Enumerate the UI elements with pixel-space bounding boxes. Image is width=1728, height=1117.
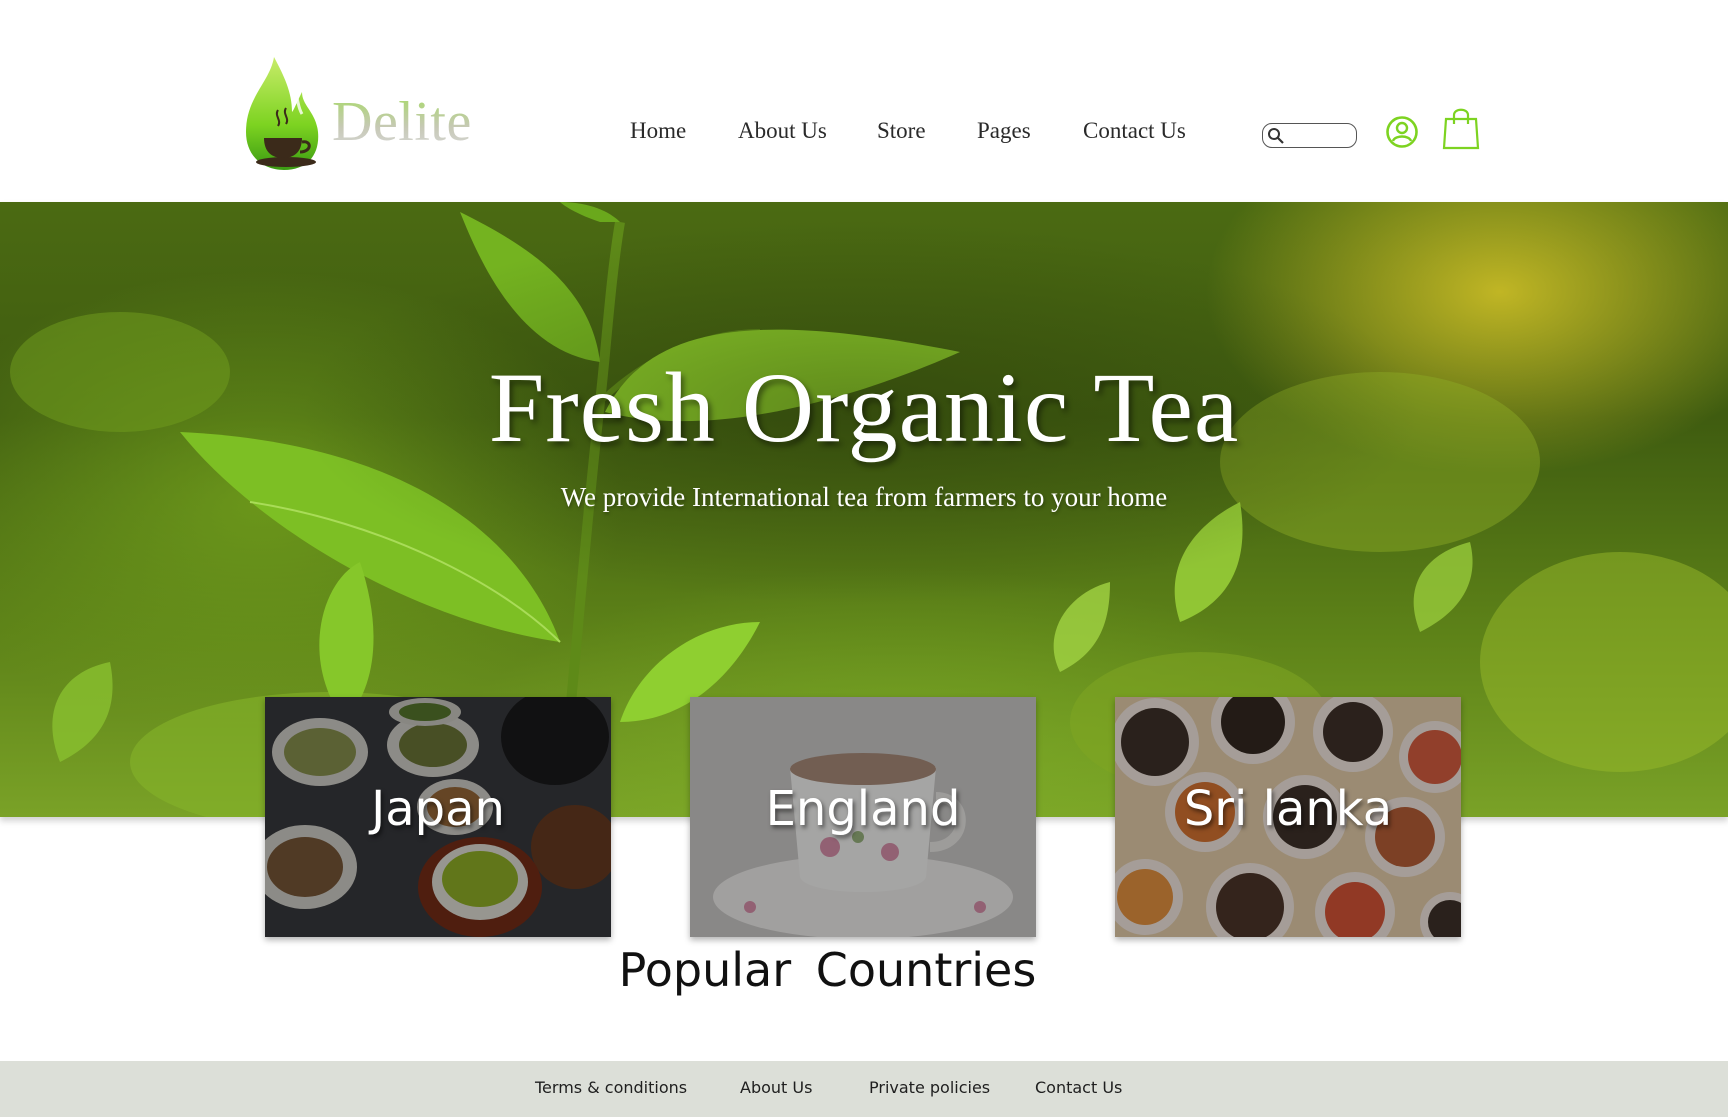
country-card-sri-lanka[interactable]: Sri lanka: [1115, 697, 1461, 937]
brand-logo[interactable]: Delite: [240, 52, 500, 177]
site-footer: Terms & conditions About Us Private poli…: [0, 1061, 1728, 1117]
footer-link-contact-us[interactable]: Contact Us: [1035, 1078, 1122, 1097]
footer-link-about-us[interactable]: About Us: [740, 1078, 812, 1097]
search-input[interactable]: [1262, 123, 1357, 148]
nav-home[interactable]: Home: [630, 118, 686, 144]
user-circle-icon[interactable]: [1385, 115, 1419, 149]
country-label-england: England: [765, 781, 961, 837]
country-label-japan: Japan: [371, 781, 505, 837]
site-header: Delite Home About Us Store Pages Contact…: [0, 0, 1728, 202]
tea-flame-logo-icon: [246, 57, 319, 170]
nav-about-us[interactable]: About Us: [738, 118, 827, 144]
country-card-japan[interactable]: Japan: [265, 697, 611, 937]
nav-contact-us[interactable]: Contact Us: [1083, 118, 1186, 144]
country-label-sri-lanka: Sri lanka: [1183, 781, 1393, 837]
nav-pages[interactable]: Pages: [977, 118, 1031, 144]
footer-link-private-policies[interactable]: Private policies: [869, 1078, 990, 1097]
popular-countries-heading: Popular Countries: [618, 943, 1037, 997]
nav-store[interactable]: Store: [877, 118, 926, 144]
country-card-england[interactable]: England: [690, 697, 1036, 937]
search-icon: [1268, 128, 1284, 144]
hero-title: Fresh Organic Tea: [488, 352, 1240, 463]
hero-subtitle: We provide International tea from farmer…: [560, 482, 1168, 512]
shopping-bag-icon[interactable]: [1442, 106, 1480, 150]
footer-link-terms[interactable]: Terms & conditions: [535, 1078, 687, 1097]
